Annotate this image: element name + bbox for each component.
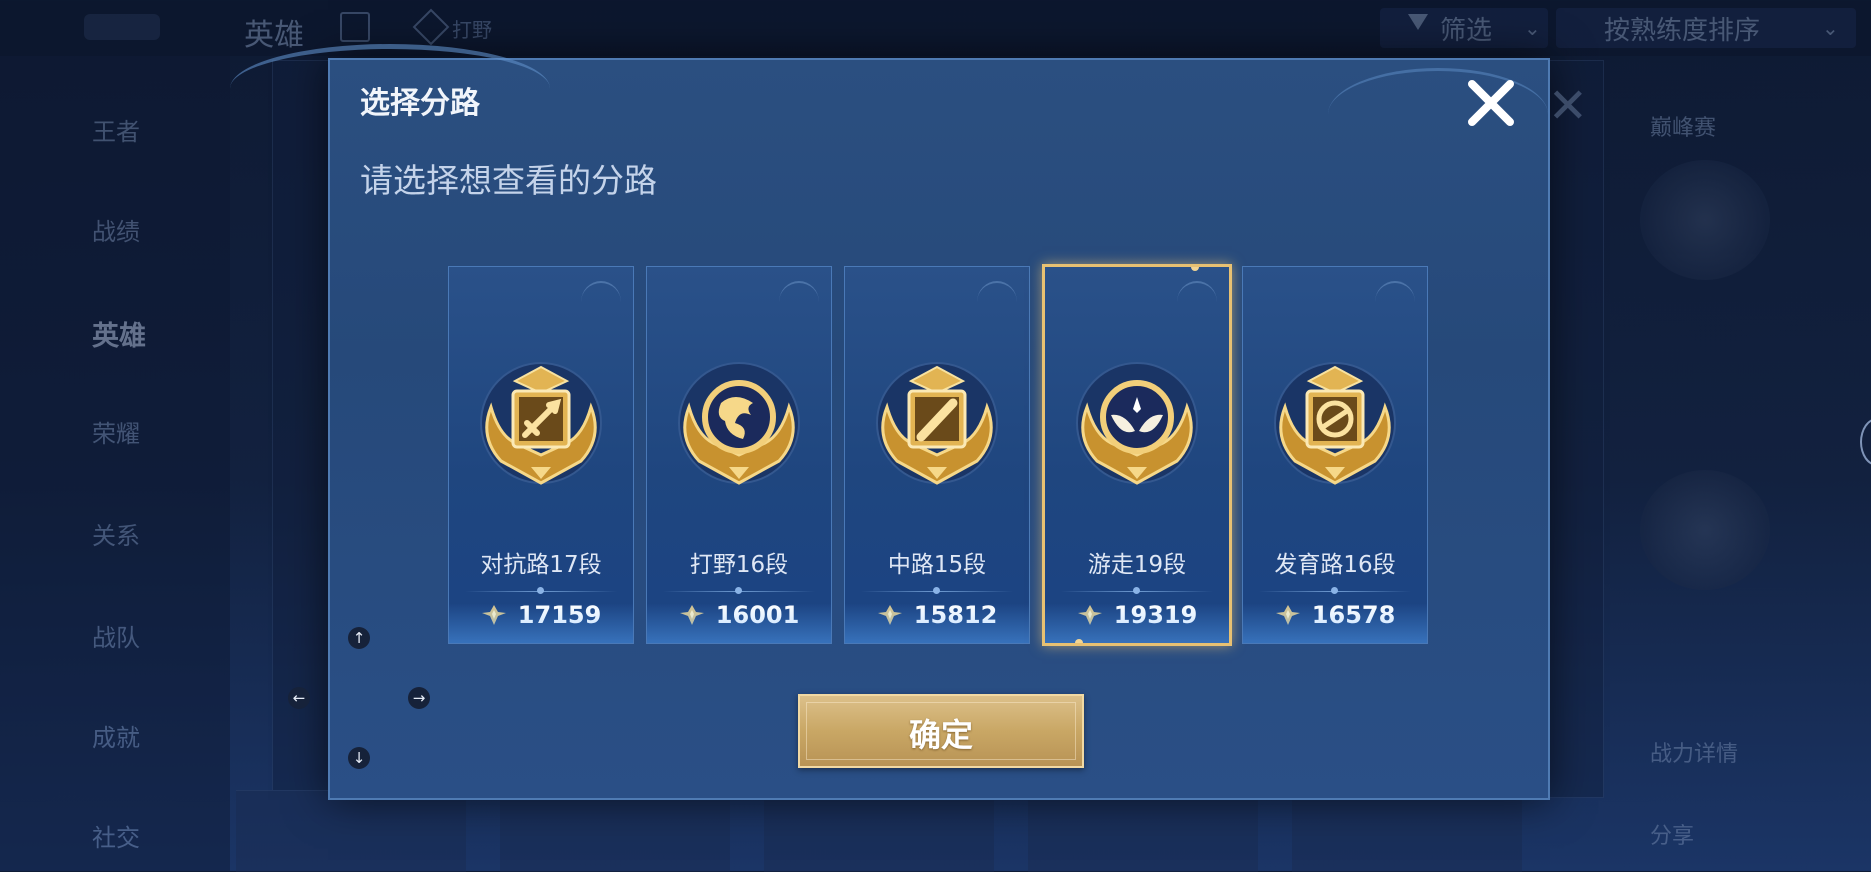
filter-label: 筛选 bbox=[1440, 16, 1493, 46]
wings-emblem-icon bbox=[1067, 357, 1207, 497]
list-icon bbox=[340, 12, 370, 42]
divider-dot bbox=[933, 587, 940, 594]
sparkle-decoration bbox=[977, 281, 1017, 323]
dialog-title: 选择分路 bbox=[360, 86, 480, 121]
background-title: 英雄 bbox=[244, 18, 304, 53]
sidebar-item: 战绩 bbox=[92, 218, 140, 246]
selection-corner-dot bbox=[1075, 639, 1083, 643]
card-glow bbox=[647, 603, 831, 643]
lane-label: 中路15段 bbox=[887, 552, 987, 578]
divider-dot bbox=[1133, 587, 1140, 594]
background-right-text: 巅峰赛 bbox=[1650, 116, 1717, 141]
lane-card-jungle[interactable]: 打野16段 16001 bbox=[646, 266, 832, 644]
card-glow bbox=[1045, 603, 1229, 643]
card-glow bbox=[845, 603, 1029, 643]
chevron-down-icon: ⌄ bbox=[1822, 16, 1839, 40]
lane-label: 发育路16段 bbox=[1274, 552, 1396, 578]
divider-dot bbox=[537, 587, 544, 594]
back-logo-icon bbox=[84, 14, 160, 40]
card-glow bbox=[449, 603, 633, 643]
lane-card-mid[interactable]: 中路15段 15812 bbox=[844, 266, 1030, 644]
sidebar-item: 王者 bbox=[92, 118, 140, 146]
lane-card-roam[interactable]: 游走19段 19319 bbox=[1042, 264, 1232, 646]
confirm-label: 确定 bbox=[908, 716, 973, 754]
sidebar-item: 荣耀 bbox=[92, 420, 140, 448]
lane-card-bottom[interactable]: 发育路16段 16578 bbox=[1242, 266, 1428, 644]
hero-thumbnail bbox=[1028, 790, 1258, 872]
emblem-icon bbox=[1640, 470, 1770, 590]
dragon-emblem-icon bbox=[669, 357, 809, 497]
lane-label: 游走19段 bbox=[1087, 552, 1187, 578]
divider-dot bbox=[735, 587, 742, 594]
background-right-text: 战力详情 bbox=[1650, 742, 1739, 767]
sidebar-item: 成就 bbox=[92, 724, 140, 752]
background-lane-text: 打野 bbox=[452, 18, 492, 42]
close-x-icon bbox=[1468, 80, 1514, 126]
hero-thumbnail bbox=[236, 790, 466, 872]
sidebar-item-active: 英雄 bbox=[92, 321, 146, 352]
arrow-right-icon[interactable]: → bbox=[408, 687, 430, 709]
background-close-icon: ✕ bbox=[1547, 78, 1588, 134]
sort-label: 按熟练度排序 bbox=[1604, 16, 1761, 46]
sidebar-item: 战队 bbox=[92, 624, 140, 652]
funnel-icon bbox=[1408, 14, 1428, 30]
lane-label: 打野16段 bbox=[689, 552, 789, 578]
dialog-subtitle: 请选择想查看的分路 bbox=[360, 161, 657, 200]
emblem-icon bbox=[1640, 160, 1770, 280]
coin-emblem-icon bbox=[1265, 357, 1405, 497]
lane-card-top[interactable]: 对抗路17段 17159 bbox=[448, 266, 634, 644]
sparkle-decoration bbox=[1177, 281, 1217, 323]
lane-select-dialog: 选择分路 请选择想查看的分路 ✕ 对抗路17段 打野16段 中路15段 游走19… bbox=[230, 44, 1588, 800]
arrow-down-icon[interactable]: ↓ bbox=[348, 747, 370, 769]
selection-corner-dot bbox=[1191, 267, 1199, 271]
close-button[interactable] bbox=[1462, 74, 1520, 132]
sparkle-decoration bbox=[581, 281, 621, 323]
lane-label: 对抗路17段 bbox=[480, 552, 602, 578]
sword-emblem-icon bbox=[471, 357, 611, 497]
hero-thumbnail bbox=[500, 790, 730, 872]
background-right-text: 分享 bbox=[1650, 824, 1695, 849]
staff-emblem-icon bbox=[867, 357, 1007, 497]
chevron-down-icon: ⌄ bbox=[1524, 16, 1541, 40]
hero-thumbnail bbox=[1292, 790, 1522, 872]
sparkle-decoration bbox=[779, 281, 819, 323]
card-glow bbox=[1243, 603, 1427, 643]
sparkle-decoration bbox=[1375, 281, 1415, 323]
confirm-button[interactable]: 确定 bbox=[798, 694, 1084, 768]
arrow-up-icon[interactable]: ↑ bbox=[348, 627, 370, 649]
divider-dot bbox=[1331, 587, 1338, 594]
sidebar-item: 社交 bbox=[92, 824, 140, 852]
arrow-left-icon[interactable]: ← bbox=[288, 687, 310, 709]
hero-thumbnail bbox=[764, 790, 994, 872]
sidebar-item: 关系 bbox=[92, 522, 140, 550]
